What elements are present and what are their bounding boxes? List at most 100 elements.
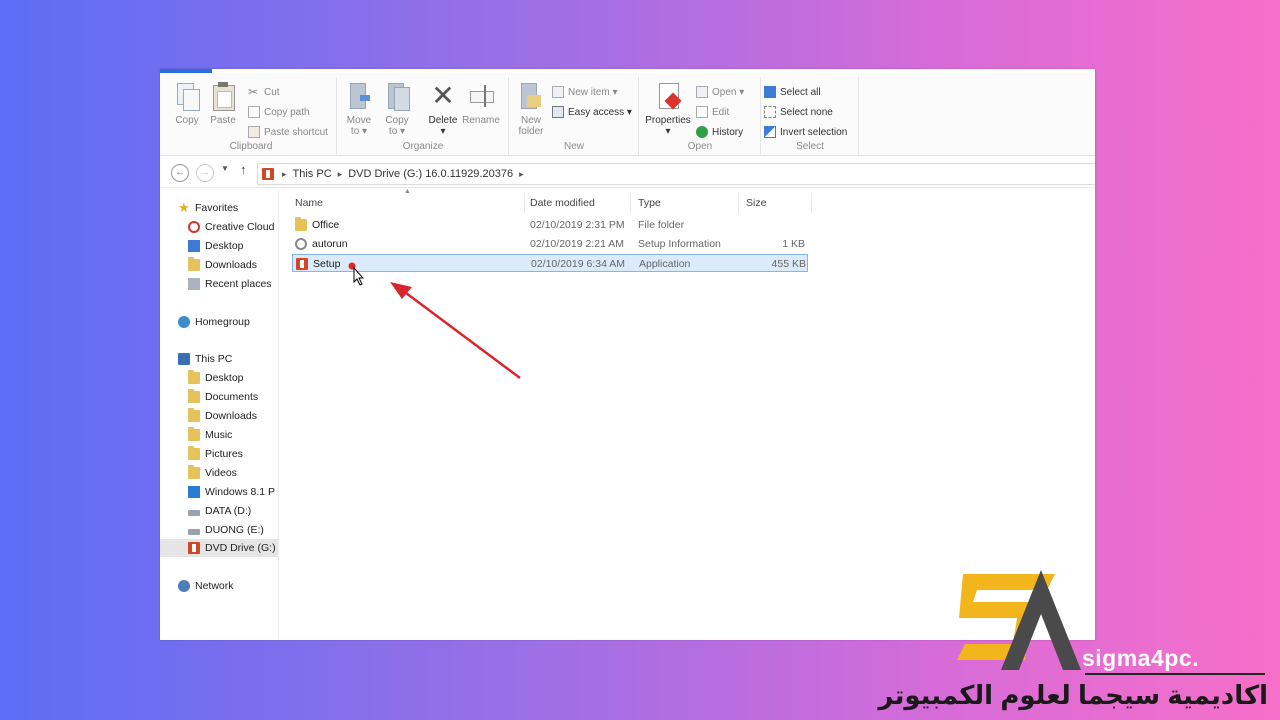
easy-access-icon [552, 106, 564, 118]
select-all-icon [764, 86, 776, 98]
copy-path-icon [248, 106, 260, 118]
scissors-icon: ✂ [248, 85, 259, 99]
star-icon: ★ [178, 200, 190, 215]
sigma-logo-icon [957, 570, 1081, 670]
new-group: New folder New item ▾ Easy access ▾ New [510, 77, 639, 155]
homegroup-icon [178, 316, 190, 328]
nav-this-pc[interactable]: This PC [178, 350, 296, 368]
back-arrow-icon: ← [175, 167, 185, 178]
select-all-button[interactable]: Select all [764, 83, 821, 101]
windows-drive-icon [188, 486, 200, 498]
open-icon [696, 86, 708, 98]
address-bar-row: ← → ▼ ↑ ▸ This PC ▸ DVD Drive (G:) 16.0.… [160, 159, 1095, 188]
column-header-date-modified[interactable]: Date modified [523, 193, 631, 213]
properties-button[interactable]: Properties ▾ [642, 81, 694, 137]
downloads-folder-icon [188, 257, 200, 271]
navigation-pane: ★ Favorites Creative Cloud Desktop Downl… [160, 191, 279, 640]
office-setup-icon [296, 258, 308, 270]
column-header-name[interactable]: Name [288, 193, 525, 213]
videos-folder-icon [188, 465, 200, 479]
hard-drive-icon [188, 529, 200, 535]
move-to-icon [346, 81, 372, 111]
delete-button[interactable]: ✕ Delete ▾ [424, 80, 462, 138]
new-folder-icon [518, 81, 544, 111]
paste-icon [210, 81, 236, 111]
organize-group-label: Organize [402, 141, 444, 152]
recent-places-icon [188, 278, 200, 290]
paste-shortcut-icon [248, 126, 260, 138]
desktop-folder-icon [188, 370, 200, 384]
folder-icon [295, 217, 307, 231]
properties-icon [655, 81, 682, 111]
column-header-size[interactable]: Size [739, 193, 812, 213]
select-none-button[interactable]: Select none [764, 103, 833, 121]
copy-icon [174, 81, 200, 111]
network-icon [178, 580, 190, 592]
watermark-divider [1085, 673, 1265, 675]
copy-path-button[interactable]: Copy path [248, 103, 310, 121]
organize-group: Move to ▾ Copy to ▾ ✕ Delete ▾ Rename Or… [338, 77, 509, 155]
hard-drive-icon [188, 510, 200, 516]
new-folder-button[interactable]: New folder [512, 81, 550, 137]
nav-dvd-drive[interactable]: DVD Drive (G:) [160, 539, 278, 557]
nav-homegroup[interactable]: Homegroup [178, 313, 296, 331]
file-explorer-window: Copy Paste ✂ Cut Copy path Paste shortcu… [160, 69, 1095, 640]
mouse-cursor-icon [353, 267, 365, 286]
breadcrumb-this-pc[interactable]: This PC [293, 168, 332, 180]
nav-network[interactable]: Network [178, 577, 296, 595]
open-group: Properties ▾ Open ▾ Edit History Open [640, 77, 761, 155]
copy-to-button[interactable]: Copy to ▾ [378, 81, 416, 137]
breadcrumb-separator-icon: ▸ [337, 168, 343, 179]
music-folder-icon [188, 427, 200, 441]
invert-selection-icon [764, 126, 776, 138]
clipboard-group: Copy Paste ✂ Cut Copy path Paste shortcu… [166, 77, 337, 155]
nav-favorites[interactable]: ★ Favorites [178, 199, 296, 217]
dvd-office-icon [262, 168, 274, 180]
address-input[interactable]: ▸ This PC ▸ DVD Drive (G:) 16.0.11929.20… [257, 163, 1095, 185]
move-to-button[interactable]: Move to ▾ [340, 81, 378, 137]
column-header-type[interactable]: Type [631, 193, 739, 213]
open-button[interactable]: Open ▾ [696, 83, 744, 101]
new-item-icon [552, 86, 564, 98]
edit-icon [696, 106, 708, 118]
ribbon: Copy Paste ✂ Cut Copy path Paste shortcu… [160, 73, 1095, 156]
history-button[interactable]: History [696, 123, 743, 141]
gear-icon [295, 238, 307, 250]
delete-x-icon: ✕ [431, 80, 455, 111]
file-row-autorun[interactable]: autorun 02/10/2019 2:21 AM Setup Informa… [292, 235, 808, 253]
select-group-label: Select [796, 141, 824, 152]
copy-button[interactable]: Copy [168, 81, 206, 126]
rename-button[interactable]: Rename [462, 81, 500, 126]
clipboard-group-label: Clipboard [229, 141, 273, 152]
select-group: Select all Select none Invert selection … [762, 77, 859, 155]
cut-button[interactable]: ✂ Cut [248, 83, 280, 101]
creative-cloud-icon [188, 221, 200, 233]
forward-button[interactable]: → [196, 164, 214, 182]
dvd-office-icon [188, 542, 200, 554]
rename-icon [468, 81, 494, 111]
easy-access-button[interactable]: Easy access ▾ [552, 103, 632, 121]
breadcrumb-separator-icon: ▸ [519, 168, 524, 179]
pictures-folder-icon [188, 446, 200, 460]
new-item-button[interactable]: New item ▾ [552, 83, 617, 101]
watermark-brand: sigma4pc. [1082, 645, 1199, 671]
paste-button[interactable]: Paste [204, 81, 242, 126]
paste-shortcut-button[interactable]: Paste shortcut [248, 123, 328, 141]
documents-folder-icon [188, 389, 200, 403]
back-button[interactable]: ← [171, 164, 189, 182]
desktop-icon [188, 240, 200, 252]
computer-icon [178, 353, 190, 365]
invert-selection-button[interactable]: Invert selection [764, 123, 847, 141]
watermark-arabic-text: اكاديمية سيجما لعلوم الكمبيوتر [878, 680, 1268, 710]
copy-to-icon [384, 81, 410, 111]
file-row-setup[interactable]: Setup 02/10/2019 6:34 AM Application 455… [292, 254, 808, 272]
up-arrow-icon[interactable]: ↑ [240, 162, 247, 177]
select-none-icon [764, 106, 776, 118]
file-row-office[interactable]: Office 02/10/2019 2:31 PM File folder [292, 216, 808, 234]
recent-locations-chevron-icon[interactable]: ▼ [221, 164, 229, 173]
open-group-label: Open [687, 141, 713, 152]
new-group-label: New [563, 141, 584, 152]
edit-button[interactable]: Edit [696, 103, 729, 121]
breadcrumb-dvd-drive[interactable]: DVD Drive (G:) 16.0.11929.20376 [348, 168, 513, 180]
downloads-folder-icon [188, 408, 200, 422]
